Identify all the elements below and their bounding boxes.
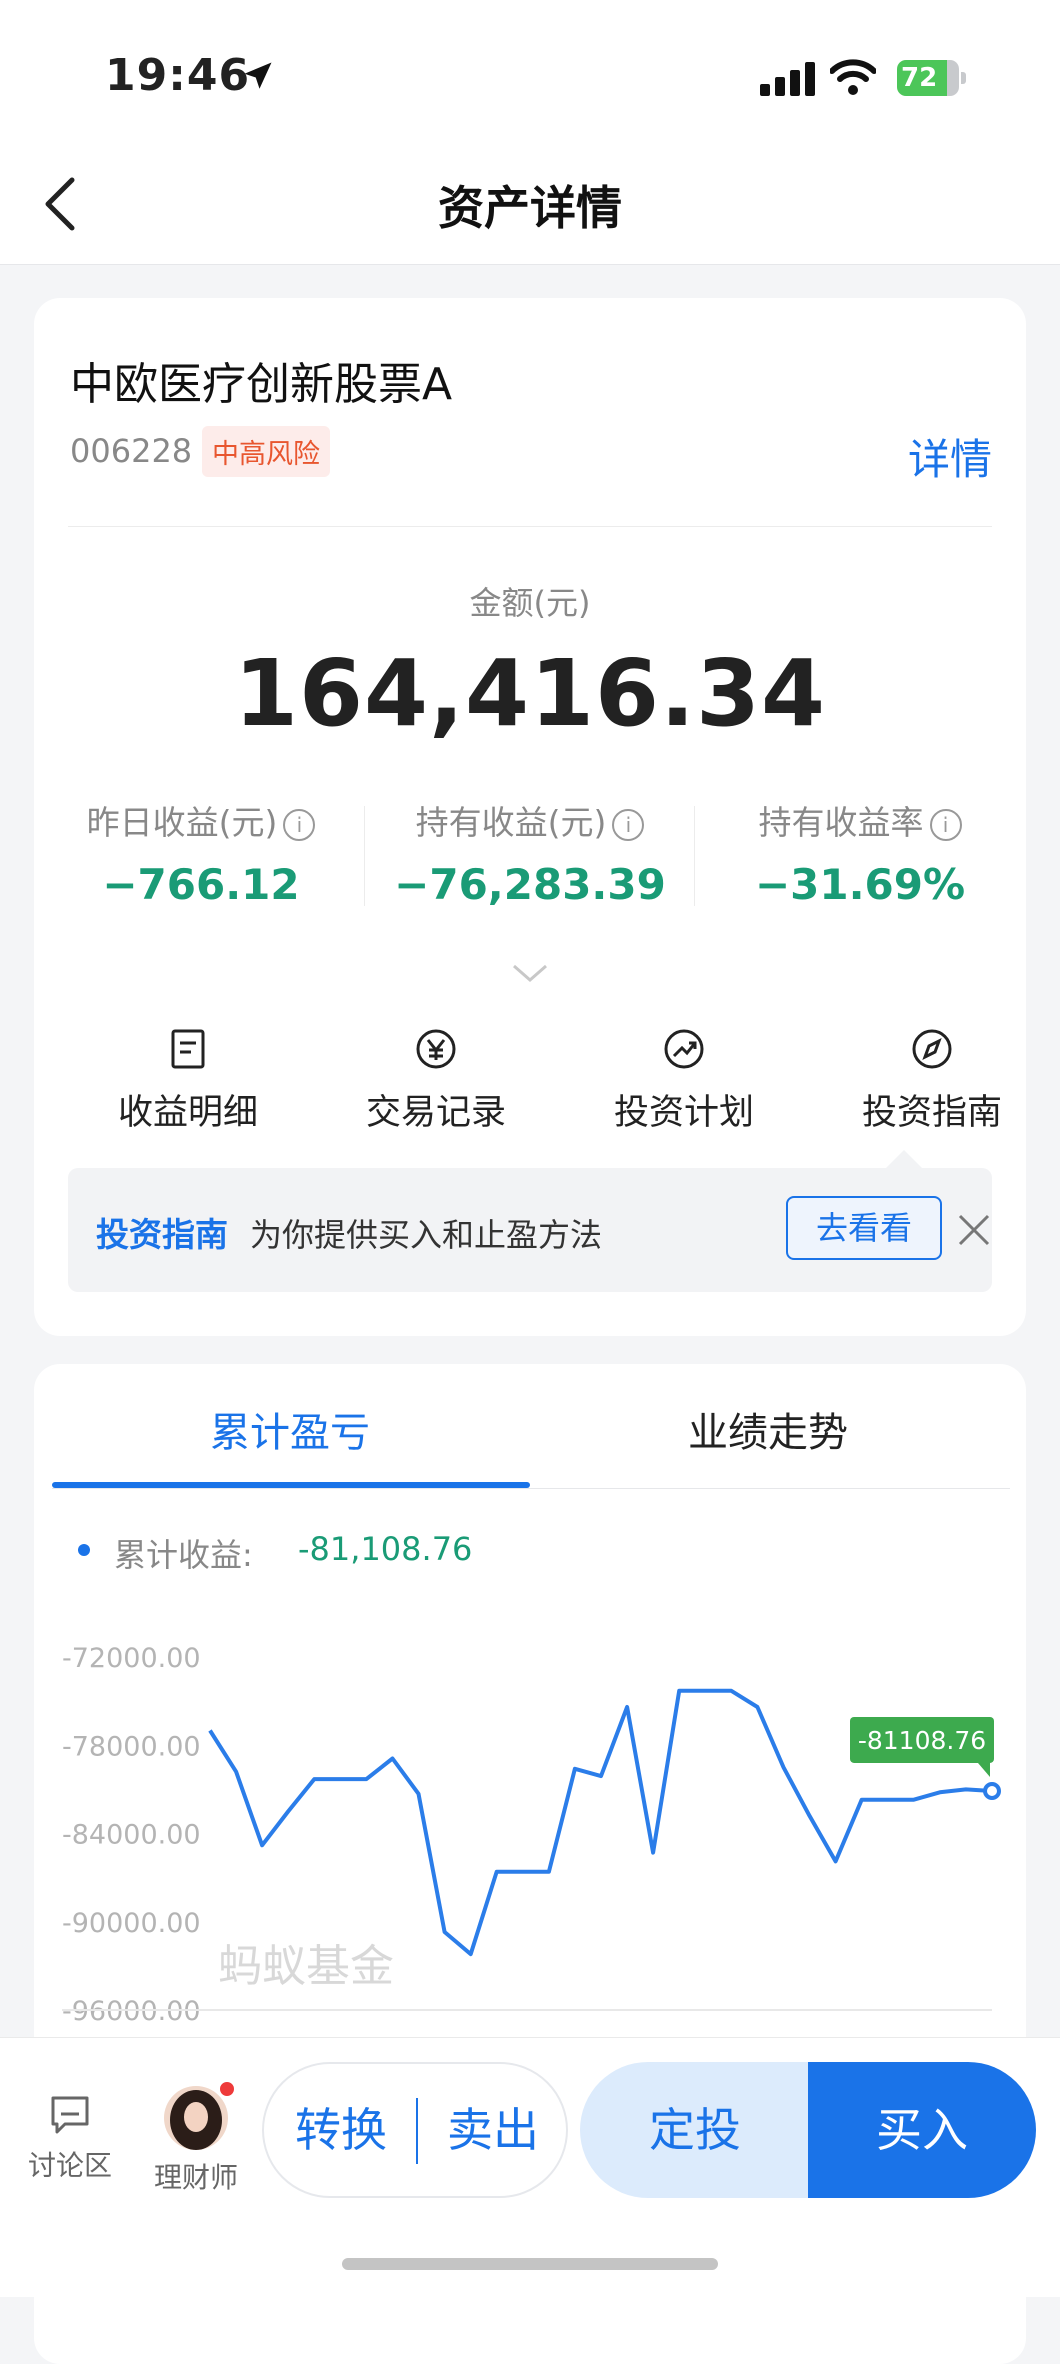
buy-button[interactable]: 买入: [808, 2062, 1036, 2198]
auto-invest-button[interactable]: 定投: [580, 2062, 810, 2198]
watermark-text: 蚂蚁基金: [218, 1941, 394, 1992]
home-indicator: [342, 2258, 718, 2270]
notification-dot: [218, 2080, 236, 2098]
compass-icon: [912, 1029, 952, 1069]
cellular-signal-icon: [760, 62, 815, 96]
advisor-button[interactable]: 理财师: [136, 2086, 256, 2196]
battery-tip: [961, 72, 966, 84]
advisor-label: 理财师: [153, 2161, 238, 2194]
divider: [68, 526, 992, 527]
stat-yesterday-profit: 昨日收益(元) i −766.12: [36, 796, 366, 909]
convert-button[interactable]: 转换: [266, 2064, 416, 2196]
trend-icon: [664, 1029, 704, 1069]
status-bar: 19:46 72: [0, 0, 1060, 150]
quick-action-invest-guide[interactable]: 投资指南: [822, 1028, 1042, 1135]
nav-bar: 资产详情: [0, 150, 1060, 265]
quick-action-trade-records[interactable]: 交易记录: [326, 1028, 546, 1135]
fund-name: 中欧医疗创新股票A: [70, 359, 453, 410]
wifi-icon: [830, 59, 876, 95]
quick-action-label: 投资计划: [613, 1093, 754, 1133]
fund-summary-card: 中欧医疗创新股票A 006228 中高风险 详情 金额(元) 164,416.3…: [34, 298, 1026, 1336]
quick-action-label: 收益明细: [117, 1093, 258, 1133]
tab-divider: [52, 1488, 1010, 1489]
quick-action-label: 交易记录: [365, 1093, 506, 1133]
legend-value: -81,108.76: [298, 1530, 473, 1568]
yen-icon: [416, 1029, 456, 1069]
guide-logo: 投资指南: [96, 1215, 228, 1254]
stat-holding-rate: 持有收益率 i −31.69%: [695, 796, 1025, 909]
tab-active-indicator: [52, 1482, 530, 1488]
guide-view-button[interactable]: 去看看: [786, 1196, 942, 1260]
info-icon[interactable]: i: [612, 809, 645, 841]
chevron-down-icon[interactable]: [510, 962, 550, 984]
discussion-button[interactable]: 讨论区: [10, 2086, 130, 2184]
info-icon[interactable]: i: [283, 809, 316, 841]
guide-text: 为你提供买入和止盈方法: [250, 1216, 603, 1254]
legend-dot: [78, 1544, 90, 1556]
battery-icon: 72: [897, 60, 969, 96]
risk-badge: 中高风险: [202, 426, 330, 477]
close-icon[interactable]: [956, 1212, 992, 1248]
stat-value: −76,283.39: [394, 860, 666, 909]
fund-code: 006228: [70, 432, 193, 470]
tab-cumulative-pnl[interactable]: 累计盈亏: [52, 1400, 528, 1458]
info-icon[interactable]: i: [929, 809, 962, 841]
chat-icon: [51, 2096, 89, 2134]
stat-holding-profit: 持有收益(元) i −76,283.39: [365, 796, 695, 909]
page-title: 资产详情: [438, 181, 622, 235]
stat-value: −31.69%: [754, 860, 966, 909]
invest-guide-banner: 投资指南 为你提供买入和止盈方法 去看看: [68, 1168, 992, 1292]
status-time: 19:46: [105, 50, 251, 101]
sell-button[interactable]: 卖出: [418, 2064, 568, 2196]
location-arrow-icon: [244, 62, 272, 89]
stat-value: −766.12: [102, 860, 300, 909]
convert-sell-group: 转换 卖出: [262, 2062, 568, 2198]
stat-label: 持有收益(元): [415, 803, 607, 842]
quick-action-label: 投资指南: [861, 1093, 1002, 1133]
quick-action-invest-plan[interactable]: 投资计划: [574, 1028, 794, 1135]
legend-label: 累计收益:: [114, 1536, 253, 1574]
advisor-avatar: [164, 2086, 228, 2150]
document-icon: [171, 1029, 205, 1069]
amount-label: 金额(元): [469, 584, 591, 622]
amount-value: 164,416.34: [233, 640, 826, 747]
fund-detail-link[interactable]: 详情: [908, 426, 992, 487]
battery-level: 72: [897, 60, 947, 96]
guide-pointer: [886, 1150, 922, 1168]
discussion-label: 讨论区: [27, 2149, 112, 2182]
tab-performance-trend[interactable]: 业绩走势: [530, 1400, 1006, 1458]
stat-label: 昨日收益(元): [86, 803, 278, 842]
stat-label: 持有收益率: [758, 803, 924, 842]
quick-action-income-detail[interactable]: 收益明细: [78, 1028, 298, 1135]
